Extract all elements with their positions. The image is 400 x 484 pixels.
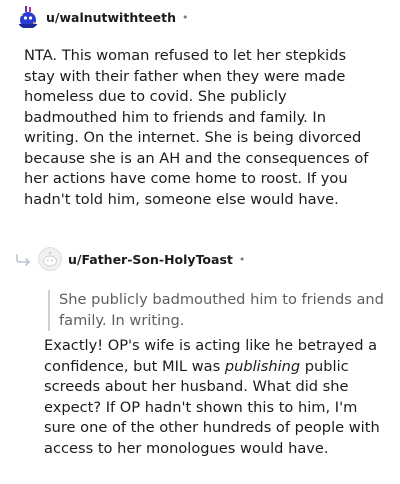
comment-body: NTA. This woman refused to let her stepk…	[24, 46, 376, 210]
reply-arrow-icon	[14, 249, 34, 269]
reply-username[interactable]: u/Father-Son-HolyToast	[68, 252, 233, 267]
quote-text: She publicly badmouthed him to friends a…	[59, 291, 384, 329]
blockquote: She publicly badmouthed him to friends a…	[48, 290, 389, 331]
snoo-avatar-icon	[16, 5, 40, 29]
default-avatar-icon	[38, 247, 62, 271]
reply-header: u/Father-Son-HolyToast •	[14, 247, 245, 271]
reply-body: Exactly! OP's wife is acting like he bet…	[44, 336, 390, 459]
comment-username[interactable]: u/walnutwithteeth	[46, 10, 176, 25]
meta-separator: •	[182, 10, 189, 24]
user-avatar[interactable]	[16, 5, 40, 29]
emphasis-text: publishing	[224, 357, 301, 375]
comment-header: u/walnutwithteeth •	[16, 5, 189, 29]
user-avatar[interactable]	[38, 247, 62, 271]
meta-separator: •	[238, 252, 246, 266]
comment-text: NTA. This woman refused to let her stepk…	[24, 47, 369, 208]
reply-text: Exactly! OP's wife is acting like he bet…	[44, 336, 390, 459]
